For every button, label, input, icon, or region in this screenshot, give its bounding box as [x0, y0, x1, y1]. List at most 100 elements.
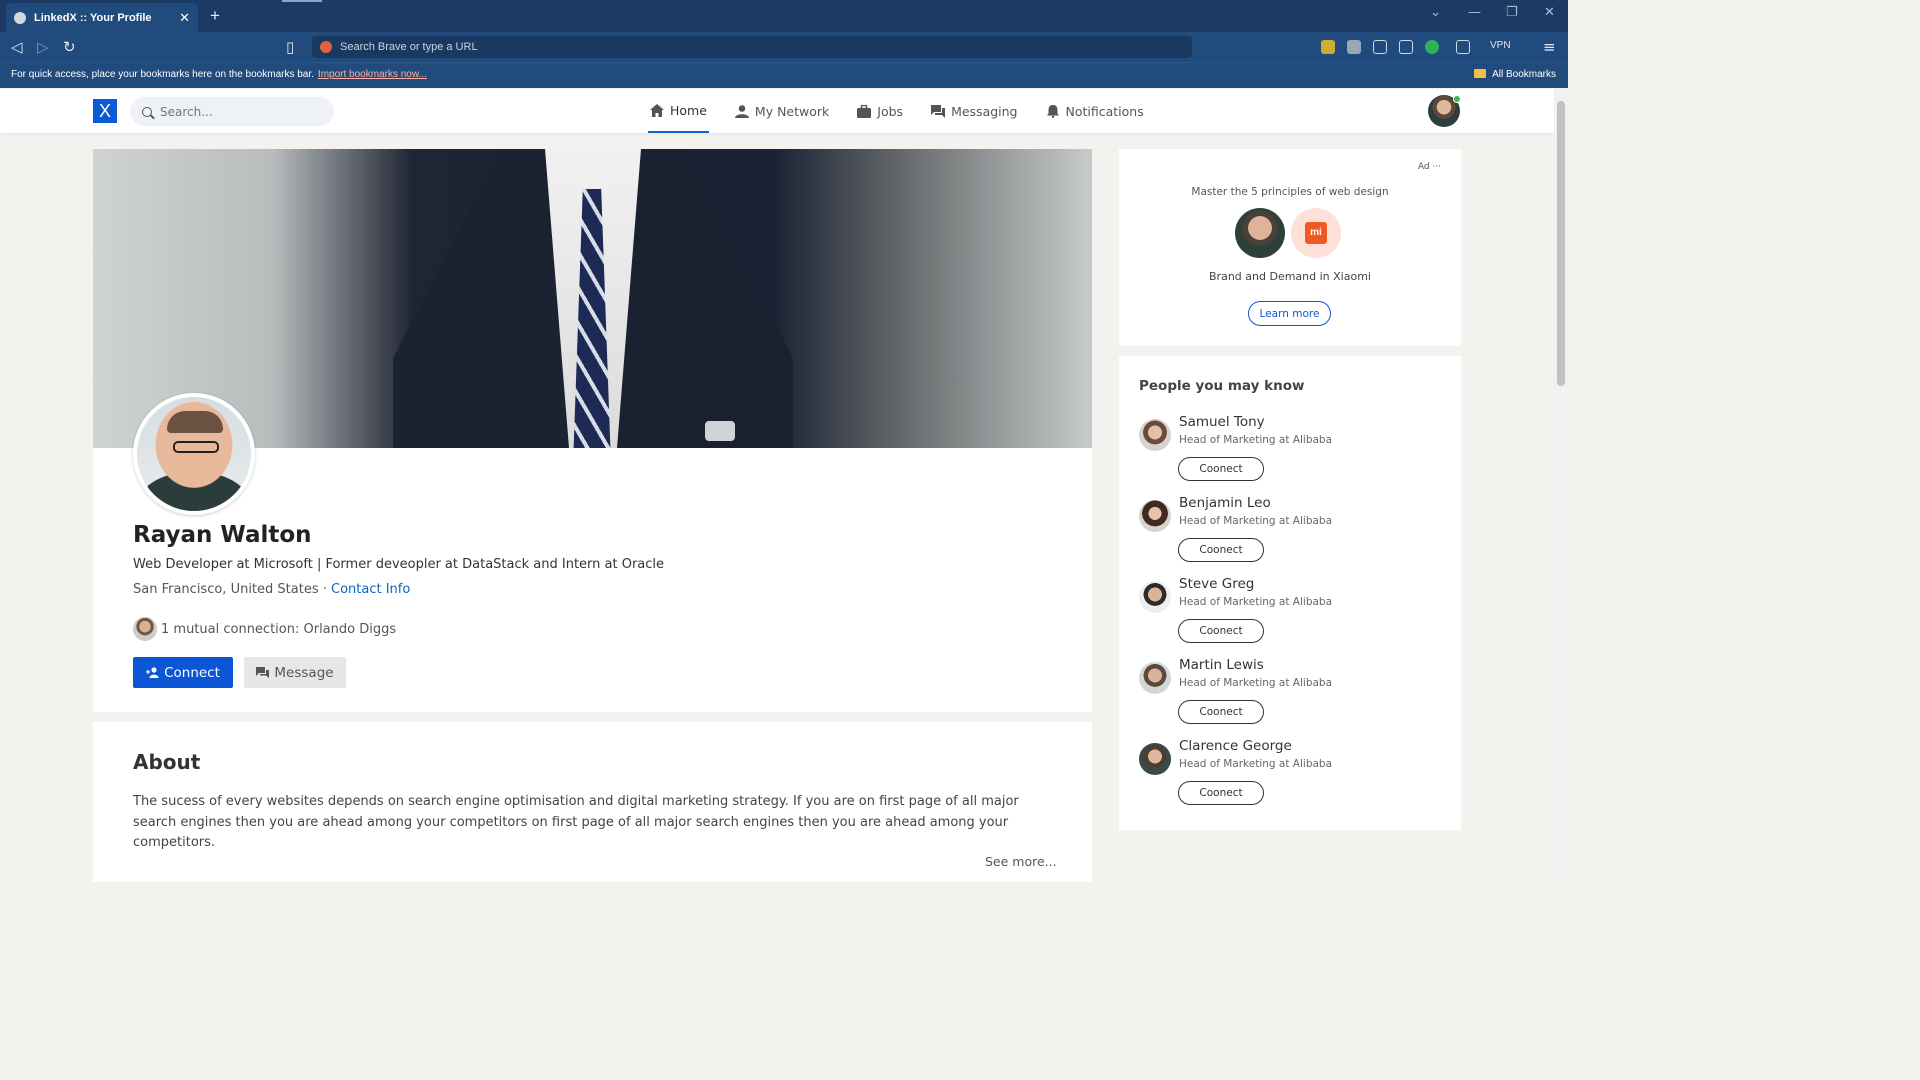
- list-item: Benjamin Leo Head of Marketing at Alibab…: [1139, 495, 1439, 575]
- person-name[interactable]: Steve Greg: [1179, 576, 1254, 592]
- browser-tab-bar: LinkedX :: Your Profile ✕ + ⌄ — ❐ ✕: [0, 0, 1568, 32]
- person-name[interactable]: Samuel Tony: [1179, 414, 1265, 430]
- close-window-icon[interactable]: ✕: [1544, 5, 1555, 20]
- all-bookmarks-label: All Bookmarks: [1492, 69, 1556, 80]
- bookmarks-message-text: For quick access, place your bookmarks h…: [11, 69, 314, 80]
- nav-jobs[interactable]: Jobs: [855, 89, 905, 133]
- contact-info-link[interactable]: Contact Info: [331, 582, 410, 597]
- see-more-link[interactable]: See more...: [985, 854, 1057, 869]
- list-item: Martin Lewis Head of Marketing at Alibab…: [1139, 657, 1439, 737]
- close-tab-icon[interactable]: ✕: [179, 10, 190, 26]
- xiaomi-logo: mi: [1291, 208, 1341, 258]
- person-role: Head of Marketing at Alibaba: [1179, 434, 1333, 446]
- online-status-dot: [1453, 95, 1461, 103]
- connect-button[interactable]: Connect: [133, 657, 233, 688]
- nav-jobs-label: Jobs: [877, 103, 904, 119]
- nav-home-label: Home: [670, 102, 707, 118]
- about-text: The sucess of every websites depends on …: [133, 794, 1019, 850]
- grammarly-icon[interactable]: [1425, 40, 1439, 54]
- bookmark-icon[interactable]: ▯: [286, 38, 294, 56]
- list-item: Samuel Tony Head of Marketing at Alibaba…: [1139, 414, 1439, 494]
- profile-location: San Francisco, United States · Contact I…: [133, 582, 410, 597]
- cover-suit-right: [613, 149, 793, 448]
- learn-more-button[interactable]: Learn more: [1248, 301, 1331, 326]
- browser-tab[interactable]: LinkedX :: Your Profile ✕: [6, 3, 198, 32]
- message-button[interactable]: Message: [244, 657, 346, 688]
- person-name[interactable]: Benjamin Leo: [1179, 495, 1271, 511]
- profile-name: Rayan Walton: [133, 522, 312, 548]
- search-icon: [142, 106, 152, 117]
- forward-icon[interactable]: ▷: [37, 38, 49, 56]
- person-avatar[interactable]: [1139, 743, 1171, 775]
- ad-label[interactable]: Ad ···: [1418, 162, 1441, 172]
- search-input[interactable]: [160, 104, 310, 119]
- reload-icon[interactable]: ↻: [63, 38, 76, 56]
- people-you-may-know-card: People you may know Samuel Tony Head of …: [1119, 356, 1461, 830]
- import-bookmarks-link[interactable]: Import bookmarks now...: [318, 69, 427, 80]
- menu-icon[interactable]: ≡: [1543, 38, 1556, 56]
- nav-messaging[interactable]: Messaging: [929, 89, 1019, 133]
- extensions-puzzle-icon[interactable]: [1373, 40, 1387, 54]
- cover-suit-left: [393, 149, 573, 448]
- nav-home[interactable]: Home: [648, 89, 709, 133]
- connect-person-button[interactable]: Coonect: [1178, 700, 1264, 724]
- minimize-icon[interactable]: —: [1468, 5, 1481, 20]
- address-bar-placeholder: Search Brave or type a URL: [340, 41, 478, 53]
- nav-my-network-label: My Network: [754, 103, 830, 119]
- person-name[interactable]: Clarence George: [1179, 738, 1292, 754]
- sidebar-icon[interactable]: [1399, 40, 1413, 54]
- add-person-icon: [146, 667, 159, 678]
- profile-headline: Web Developer at Microsoft | Former deve…: [133, 557, 665, 572]
- site-logo[interactable]: X: [93, 99, 117, 123]
- address-bar[interactable]: Search Brave or type a URL: [312, 36, 1192, 58]
- ad-user-avatar: [1235, 208, 1285, 258]
- wallet-icon[interactable]: [1456, 40, 1470, 54]
- person-avatar[interactable]: [1139, 419, 1171, 451]
- mutual-avatar: [133, 617, 157, 641]
- xiaomi-logo-mark: mi: [1305, 222, 1327, 244]
- connect-person-button[interactable]: Coonect: [1178, 619, 1264, 643]
- browser-toolbar: ◁ ▷ ↻ ▯ Search Brave or type a URL VPN ≡: [0, 32, 1568, 62]
- user-avatar[interactable]: [1428, 95, 1461, 127]
- home-icon: [650, 103, 664, 117]
- bookmarks-bar: For quick access, place your bookmarks h…: [0, 62, 1568, 88]
- main-nav: Home My Network Jobs Messaging Notificat…: [648, 89, 1170, 133]
- person-name[interactable]: Martin Lewis: [1179, 657, 1264, 673]
- nav-notifications-label: Notifications: [1065, 103, 1144, 119]
- all-bookmarks-button[interactable]: All Bookmarks: [1474, 69, 1556, 80]
- vpn-button[interactable]: VPN: [1490, 40, 1511, 51]
- person-role: Head of Marketing at Alibaba: [1179, 596, 1333, 608]
- nav-messaging-label: Messaging: [951, 103, 1018, 119]
- extension-glasses-icon[interactable]: [1347, 40, 1361, 54]
- search-box[interactable]: [130, 97, 334, 126]
- connect-person-button[interactable]: Coonect: [1178, 781, 1264, 805]
- nav-my-network[interactable]: My Network: [733, 89, 831, 133]
- person-avatar[interactable]: [1139, 500, 1171, 532]
- new-tab-button[interactable]: +: [210, 6, 220, 26]
- tab-title: LinkedX :: Your Profile: [34, 11, 152, 24]
- person-avatar[interactable]: [1139, 581, 1171, 613]
- back-icon[interactable]: ◁: [11, 38, 23, 56]
- nav-notifications[interactable]: Notifications: [1044, 89, 1146, 133]
- bell-icon: [1046, 104, 1059, 118]
- profile-photo[interactable]: [133, 393, 255, 515]
- bookmarks-message: For quick access, place your bookmarks h…: [11, 69, 427, 80]
- person-avatar[interactable]: [1139, 662, 1171, 694]
- cover-image: [93, 149, 1092, 448]
- chat-icon: [256, 667, 270, 678]
- tab-search-icon[interactable]: ⌄: [1430, 5, 1441, 20]
- mutual-connections[interactable]: 1 mutual connection: Orlando Diggs: [133, 617, 396, 641]
- message-label: Message: [274, 664, 334, 681]
- restore-icon[interactable]: ❐: [1506, 5, 1518, 20]
- profile-photo-glasses: [173, 441, 219, 453]
- ad-card: Ad ··· Master the 5 principles of web de…: [1119, 149, 1461, 346]
- pymk-title: People you may know: [1139, 378, 1305, 394]
- chat-icon: [931, 104, 946, 118]
- connect-person-button[interactable]: Coonect: [1178, 538, 1264, 562]
- mutual-text: 1 mutual connection: Orlando Diggs: [161, 621, 397, 637]
- brave-shield-icon[interactable]: [320, 41, 332, 53]
- page-scrollbar[interactable]: [1554, 89, 1568, 882]
- connect-person-button[interactable]: Coonect: [1178, 457, 1264, 481]
- scrollbar-thumb[interactable]: [1557, 101, 1565, 386]
- extension-icon[interactable]: [1321, 40, 1335, 54]
